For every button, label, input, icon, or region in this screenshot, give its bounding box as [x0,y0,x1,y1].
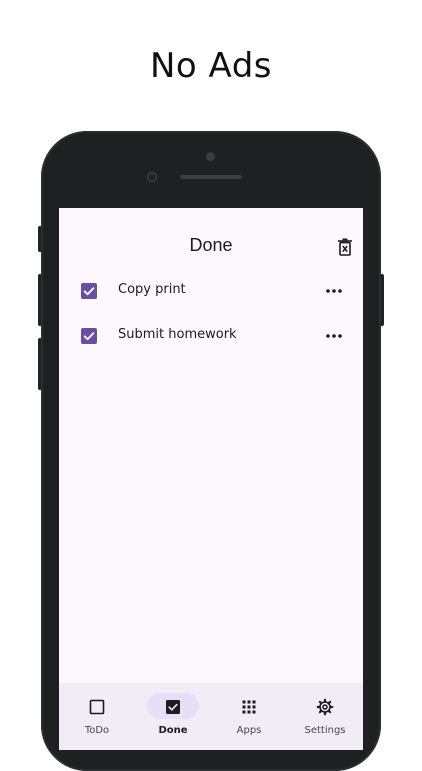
more-horizontal-icon [326,289,342,293]
front-camera [206,152,215,161]
earpiece-speaker [180,175,242,179]
nav-label: Done [158,725,188,736]
check-icon [83,287,95,296]
checkbox-empty-icon [89,699,105,715]
item-more-button[interactable] [324,284,344,298]
proximity-sensor [147,172,157,182]
item-checkbox[interactable] [81,328,97,344]
app-screen: Done Copy print Submit homework ToDo Don… [59,208,363,750]
nav-label: ToDo [84,725,110,736]
grid-icon [242,700,256,714]
nav-label: Apps [236,725,262,736]
check-icon [83,332,95,341]
nav-label: Settings [304,725,346,736]
list-item[interactable]: Submit homework [59,315,363,359]
promo-title: No Ads [150,46,272,86]
bottom-navigation: ToDo Done Apps Settings [59,683,363,750]
item-label: Copy print [118,282,186,297]
more-horizontal-icon [326,334,342,338]
delete-all-button[interactable] [337,238,353,256]
item-more-button[interactable] [324,329,344,343]
gear-icon [316,698,334,716]
nav-item-settings[interactable]: Settings [287,683,363,750]
nav-item-todo[interactable]: ToDo [59,683,135,750]
item-label: Submit homework [118,327,237,342]
page-title: Done [189,235,233,255]
nav-item-apps[interactable]: Apps [211,683,287,750]
nav-item-done[interactable]: Done [135,683,211,750]
list-item[interactable]: Copy print [59,270,363,314]
checkbox-checked-icon [166,700,180,714]
trash-icon [338,238,352,256]
item-checkbox[interactable] [81,283,97,299]
